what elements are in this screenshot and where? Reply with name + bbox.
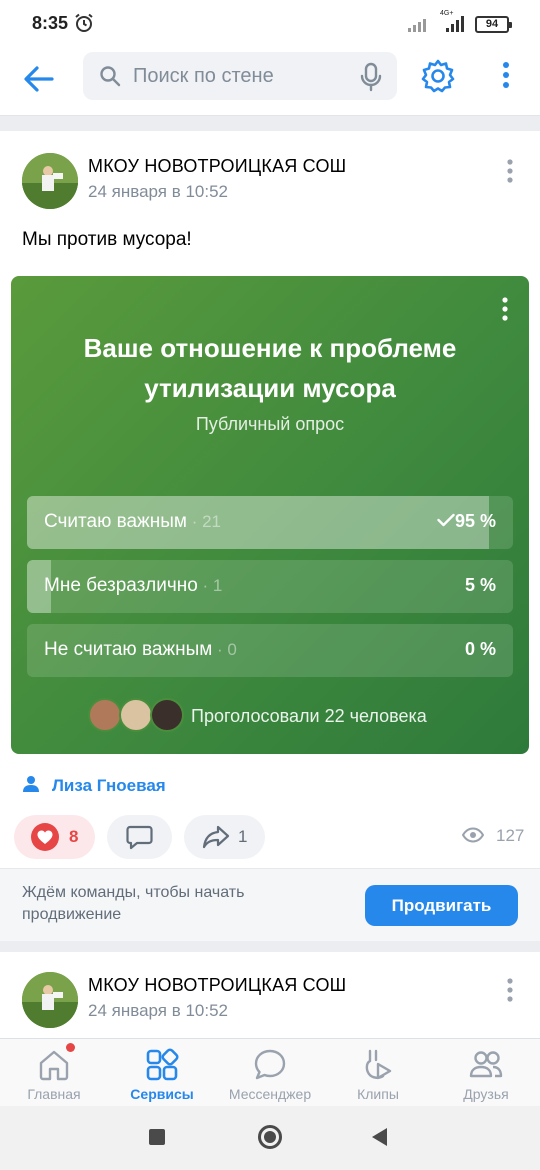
post-date[interactable]: 24 января в 10:52 <box>88 1001 228 1021</box>
voter-avatar <box>88 698 122 732</box>
poll-voters-text: Проголосовали 22 человека <box>191 706 427 726</box>
checkmark-icon <box>437 513 455 527</box>
more-vertical-icon[interactable] <box>496 60 516 90</box>
tab-messenger[interactable]: Мессенджер <box>216 1039 324 1107</box>
post-signer[interactable]: Лиза Гноевая <box>22 775 166 796</box>
post-text: Мы против мусора! <box>22 229 192 250</box>
tab-label: Друзья <box>463 1086 509 1102</box>
home-button[interactable] <box>258 1125 282 1149</box>
status-time: 8:35 <box>32 13 69 33</box>
search-placeholder: Поиск по стене <box>133 65 274 87</box>
search-icon <box>100 66 121 87</box>
services-icon <box>146 1048 179 1081</box>
battery-indicator: 94 <box>475 16 512 33</box>
user-icon <box>23 776 39 792</box>
voter-avatar <box>150 698 184 732</box>
home-icon <box>39 1050 69 1081</box>
avatar[interactable] <box>22 972 78 1028</box>
comment-icon <box>126 825 153 850</box>
clips-icon <box>365 1049 392 1080</box>
signal-icon <box>408 19 426 32</box>
post-author[interactable]: МКОУ НОВОТРОИЦКАЯ СОШ <box>88 975 346 996</box>
gear-icon[interactable] <box>420 58 456 94</box>
signal-4g-icon <box>446 16 464 32</box>
post-author[interactable]: МКОУ НОВОТРОИЦКАЯ СОШ <box>88 156 346 177</box>
poll-option-label: Не считаю важным · 0 <box>44 639 237 660</box>
poll-option-percent: 5 % <box>464 575 496 595</box>
bottom-tab-bar: Главная Сервисы Мессенджер Клипы Друзья <box>0 1038 540 1106</box>
tab-label: Мессенджер <box>228 1086 312 1102</box>
promotion-text: Ждём команды, чтобы начать продвижение <box>22 884 245 923</box>
comment-button[interactable] <box>107 815 172 859</box>
tab-clips[interactable]: Клипы <box>324 1039 432 1107</box>
avatar[interactable] <box>22 153 78 209</box>
post-card: МКОУ НОВОТРОИЦКАЯ СОШ 24 января в 10:52 <box>0 952 540 1042</box>
post-signer-name: Лиза Гноевая <box>52 776 166 795</box>
poll-option-label: Считаю важным · 21 <box>44 511 222 532</box>
views-count: 127 <box>496 826 525 845</box>
tab-label: Сервисы <box>130 1086 194 1102</box>
poll-type: Публичный опрос <box>195 414 345 434</box>
avatar-image <box>22 972 78 1028</box>
share-button[interactable]: 1 <box>184 815 265 859</box>
post-card: МКОУ НОВОТРОИЦКАЯ СОШ 24 января в 10:52 … <box>0 131 540 941</box>
post-date[interactable]: 24 января в 10:52 <box>88 182 228 202</box>
share-count: 1 <box>238 827 248 846</box>
avatar-image <box>22 153 78 209</box>
friends-icon <box>469 1051 503 1078</box>
messenger-icon <box>254 1049 286 1080</box>
poll-option-label: Мне безразлично · 1 <box>44 575 223 596</box>
poll-option-count: · 21 <box>186 512 222 531</box>
post-more-icon[interactable] <box>500 158 520 184</box>
alarm-icon <box>75 13 93 32</box>
tab-label: Клипы <box>357 1086 399 1102</box>
poll-title: Ваше отношение к проблеме утилизации мус… <box>83 333 457 403</box>
app-header: Поиск по стене <box>0 48 540 116</box>
tab-label: Главная <box>27 1086 81 1102</box>
poll-option[interactable]: Считаю важным · 21 95 % <box>27 496 513 549</box>
poll-option-percent: 95 % <box>454 511 496 531</box>
system-navigation-bar <box>0 1106 540 1170</box>
notification-dot <box>66 1043 75 1052</box>
poll-option[interactable]: Мне безразлично · 1 5 % <box>27 560 513 613</box>
search-input[interactable]: Поиск по стене <box>83 52 397 100</box>
poll: Ваше отношение к проблеме утилизации мус… <box>11 276 529 754</box>
tab-home[interactable]: Главная <box>0 1039 108 1107</box>
heart-icon <box>31 823 59 851</box>
recents-button[interactable] <box>149 1129 165 1145</box>
post-more-icon[interactable] <box>500 977 520 1003</box>
status-bar: 8:35 4G+ 94 <box>0 0 540 48</box>
poll-option[interactable]: Не считаю важным · 0 0 % <box>27 624 513 677</box>
voter-avatar <box>119 698 153 732</box>
like-button[interactable]: 8 <box>14 815 95 859</box>
screen: 8:35 4G+ 94 Поиск по стене МКОУ НОВОТРОИ… <box>0 0 540 1170</box>
poll-option-percent: 0 % <box>464 639 496 659</box>
back-button[interactable] <box>372 1128 387 1146</box>
tab-services[interactable]: Сервисы <box>108 1039 216 1107</box>
promotion-banner: Ждём команды, чтобы начать продвижение П… <box>0 868 540 941</box>
poll-option-count: · 1 <box>197 576 223 595</box>
share-icon <box>202 825 230 849</box>
microphone-icon[interactable] <box>359 62 383 92</box>
tab-friends[interactable]: Друзья <box>432 1039 540 1107</box>
poll-option-count: · 0 <box>212 640 237 659</box>
views-counter: 127 <box>461 826 524 848</box>
promote-button[interactable]: Продвигать <box>365 885 518 926</box>
eye-icon <box>461 827 485 843</box>
back-arrow-icon[interactable] <box>22 62 56 96</box>
poll-more-icon[interactable] <box>499 296 511 322</box>
like-count: 8 <box>69 827 79 846</box>
